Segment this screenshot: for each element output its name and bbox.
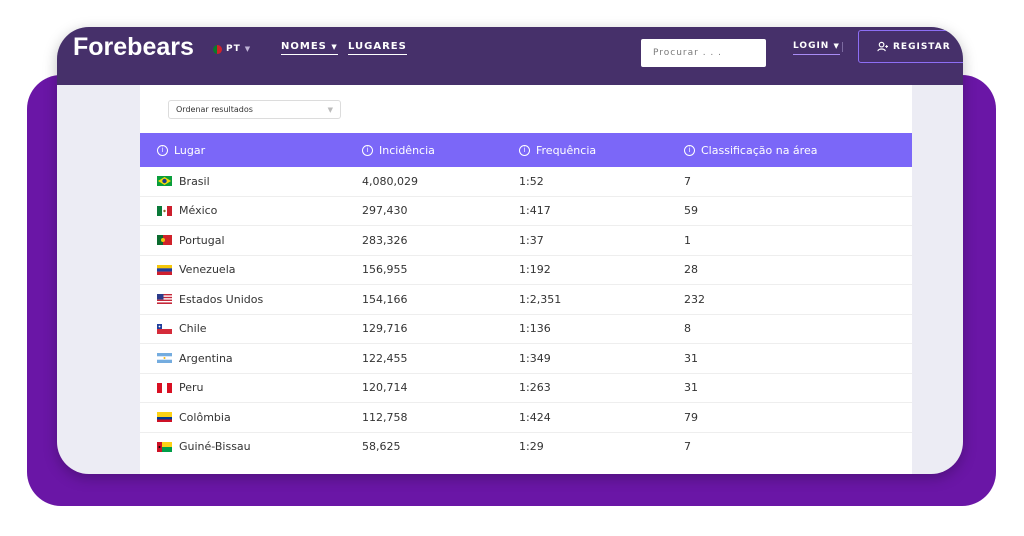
incidence-cell: 297,430 [362,204,408,218]
table-row[interactable]: Venezuela 156,955 1:192 28 [140,256,912,285]
place-link[interactable]: Chile [179,322,207,335]
frequency-cell: 1:37 [519,233,544,247]
table-body: Brasil 4,080,029 1:52 7 México 297,430 1… [140,167,912,461]
incidence-cell: 58,625 [362,440,401,454]
portugal-flag-icon [213,44,222,54]
table-header: i Lugar i Incidência i Frequência i Clas… [140,133,912,167]
frequency-cell: 1:349 [519,351,551,365]
rank-cell: 31 [684,381,698,395]
rank-cell: 59 [684,204,698,218]
rank-cell: 8 [684,322,691,336]
table-row[interactable]: Colômbia 112,758 1:424 79 [140,403,912,433]
language-label: PT [226,44,241,54]
incidence-cell: 120,714 [362,381,408,395]
column-header-rank[interactable]: i Classificação na área [684,133,817,167]
place-link[interactable]: Guiné-Bissau [179,440,251,453]
mexico-flag-icon [157,205,172,216]
incidence-cell: 112,758 [362,410,408,424]
nav-divider [842,42,843,52]
info-icon[interactable]: i [684,144,695,156]
rank-cell: 28 [684,263,698,277]
frequency-cell: 1:424 [519,410,551,424]
top-navbar: Forebears PT ▼ NOMES ▼ LUGARES LOGIN ▼ R… [57,27,963,85]
register-label: REGISTAR [893,41,951,52]
table-row[interactable]: Portugal 283,326 1:37 1 [140,226,912,256]
place-link[interactable]: Estados Unidos [179,293,263,306]
column-header-place[interactable]: i Lugar [157,133,205,167]
table-row[interactable]: Peru 120,714 1:263 31 [140,374,912,403]
browser-window: Forebears PT ▼ NOMES ▼ LUGARES LOGIN ▼ R… [57,27,963,474]
chevron-down-icon: ▼ [327,105,333,114]
portugal-flag-icon [157,235,172,246]
frequency-cell: 1:417 [519,204,551,218]
incidence-cell: 129,716 [362,322,408,336]
nav-names-label: NOMES [281,41,327,52]
nav-places-link[interactable]: LUGARES [348,41,407,55]
usa-flag-icon [157,294,172,305]
incidence-cell: 4,080,029 [362,174,418,188]
sort-selected-value: Ordenar resultados [176,105,253,114]
rank-cell: 1 [684,233,691,247]
venezuela-flag-icon [157,264,172,275]
info-icon[interactable]: i [157,144,168,156]
chevron-down-icon: ▼ [331,43,338,51]
chevron-down-icon: ▼ [833,42,840,50]
login-menu[interactable]: LOGIN ▼ [793,41,840,55]
table-row[interactable]: Argentina 122,455 1:349 31 [140,344,912,374]
peru-flag-icon [157,382,172,393]
column-header-label: Frequência [536,143,597,157]
incidence-cell: 122,455 [362,351,408,365]
language-selector[interactable]: PT ▼ [213,44,250,54]
place-link[interactable]: México [179,204,217,217]
place-link[interactable]: Venezuela [179,263,236,276]
frequency-cell: 1:2,351 [519,292,562,306]
column-header-label: Classificação na área [701,143,818,157]
column-header-label: Lugar [174,143,206,157]
frequency-cell: 1:192 [519,263,551,277]
column-header-incidence[interactable]: i Incidência [362,133,435,167]
brazil-flag-icon [157,176,172,187]
table-row[interactable]: Chile 129,716 1:136 8 [140,315,912,344]
place-link[interactable]: Colômbia [179,411,231,424]
site-logo[interactable]: Forebears [73,33,194,62]
frequency-cell: 1:52 [519,174,544,188]
rank-cell: 79 [684,410,698,424]
column-header-label: Incidência [379,143,435,157]
frequency-cell: 1:263 [519,381,551,395]
table-row[interactable]: Brasil 4,080,029 1:52 7 [140,167,912,197]
rank-cell: 7 [684,440,691,454]
place-link[interactable]: Brasil [179,175,210,188]
chevron-down-icon: ▼ [244,45,251,53]
chile-flag-icon [157,323,172,334]
column-header-frequency[interactable]: i Frequência [519,133,596,167]
frequency-cell: 1:29 [519,440,544,454]
nav-names-menu[interactable]: NOMES ▼ [281,41,338,55]
rank-cell: 31 [684,351,698,365]
frequency-cell: 1:136 [519,322,551,336]
sort-dropdown[interactable]: Ordenar resultados ▼ [168,100,341,119]
colombia-flag-icon [157,412,172,423]
info-icon[interactable]: i [362,144,373,156]
info-icon[interactable]: i [519,144,530,156]
register-button[interactable]: REGISTAR [858,30,963,63]
login-label: LOGIN [793,41,830,51]
results-panel: Ordenar resultados ▼ i Lugar i Incidênci… [140,85,912,474]
rank-cell: 7 [684,174,691,188]
table-row[interactable]: Estados Unidos 154,166 1:2,351 232 [140,285,912,315]
argentina-flag-icon [157,353,172,364]
place-link[interactable]: Argentina [179,352,233,365]
incidence-cell: 154,166 [362,292,408,306]
table-row[interactable]: México 297,430 1:417 59 [140,197,912,226]
incidence-cell: 283,326 [362,233,408,247]
incidence-cell: 156,955 [362,263,408,277]
search-input[interactable] [641,39,766,67]
guinea-bissau-flag-icon [157,441,172,452]
user-add-icon [877,41,888,52]
table-row[interactable]: Guiné-Bissau 58,625 1:29 7 [140,433,912,462]
place-link[interactable]: Peru [179,381,204,394]
rank-cell: 232 [684,292,705,306]
place-link[interactable]: Portugal [179,234,225,247]
